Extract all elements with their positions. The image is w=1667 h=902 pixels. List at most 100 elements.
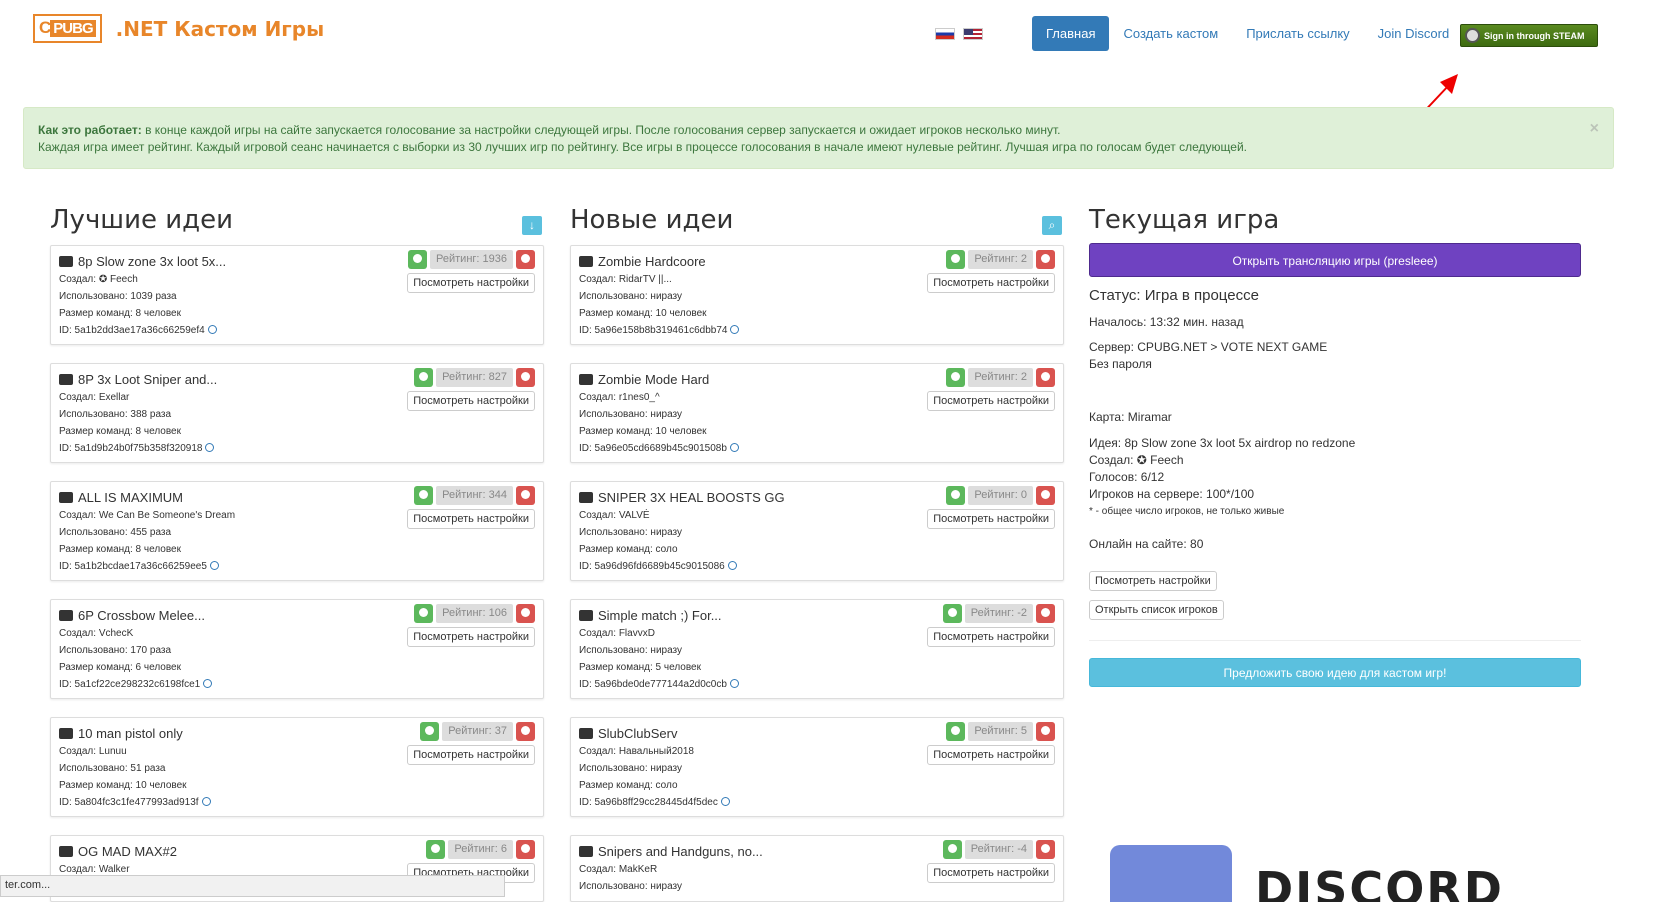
downvote-button[interactable] — [1036, 604, 1055, 623]
idea-title[interactable]: Simple match ;) For... — [579, 608, 722, 623]
comment-icon — [579, 492, 593, 503]
arrow-up-icon — [425, 726, 435, 735]
arrow-down-icon — [1041, 490, 1050, 499]
idea-title[interactable]: 6P Crossbow Melee... — [59, 608, 205, 623]
view-settings-button[interactable]: Посмотреть настройки — [407, 745, 535, 765]
browser-status-bar: ter.com... — [0, 875, 505, 897]
upvote-button[interactable] — [414, 604, 434, 623]
idea-id[interactable]: ID: 5a96e05cd6689b45c901508b — [579, 443, 739, 454]
discord-logo-icon[interactable] — [1110, 845, 1232, 902]
logo-mark: C PUBG — [33, 14, 102, 43]
nav-send-link[interactable]: Прислать ссылку — [1232, 16, 1363, 51]
comment-icon — [59, 492, 73, 503]
steam-signin-button[interactable]: Sign in through STEAM — [1460, 24, 1598, 47]
idea-id[interactable]: ID: 5a1cf22ce298232c6198fce1 — [59, 679, 213, 690]
search-icon[interactable]: ⌕ — [1042, 216, 1062, 235]
arrow-down-icon — [521, 608, 530, 617]
upvote-button[interactable] — [946, 486, 966, 505]
view-settings-button[interactable]: Посмотреть настройки — [927, 273, 1055, 293]
view-settings-button[interactable]: Посмотреть настройки — [407, 273, 535, 293]
idea-id[interactable]: ID: 5a1b2bcdae17a36c66259ee5 — [59, 561, 219, 572]
idea-title[interactable]: 10 man pistol only — [59, 726, 183, 741]
idea-title[interactable]: SlubClubServ — [579, 726, 678, 741]
idea-title[interactable]: SNIPER 3X HEAL BOOSTS GG — [579, 490, 785, 505]
view-settings-button[interactable]: Посмотреть настройки — [927, 509, 1055, 529]
idea-card: Zombie Mode Hard Создал: r1nes0_^ Исполь… — [570, 363, 1064, 463]
upvote-button[interactable] — [414, 368, 434, 387]
idea-id[interactable]: ID: 5a96d96fd6689b45c9015086 — [579, 561, 737, 572]
view-settings-button[interactable]: Посмотреть настройки — [927, 627, 1055, 647]
idea-title[interactable]: Zombie Hardcoore — [579, 254, 706, 269]
idea-title[interactable]: 8P 3x Loot Sniper and... — [59, 372, 217, 387]
upvote-button[interactable] — [946, 368, 966, 387]
idea-card: 8P 3x Loot Sniper and... Создал: Exellar… — [50, 363, 544, 463]
downvote-button[interactable] — [1036, 250, 1055, 269]
downvote-button[interactable] — [1036, 722, 1055, 741]
downvote-button[interactable] — [516, 368, 535, 387]
idea-title[interactable]: Snipers and Handguns, no... — [579, 844, 763, 859]
idea-card: SNIPER 3X HEAL BOOSTS GG Создал: VALVĖ И… — [570, 481, 1064, 581]
downvote-button[interactable] — [516, 840, 535, 859]
idea-title[interactable]: OG MAD MAX#2 — [59, 844, 177, 859]
idea-title[interactable]: ALL IS MAXIMUM — [59, 490, 183, 505]
idea-id[interactable]: ID: 5a804fc3c1fe477993ad913f — [59, 797, 211, 808]
idea-author: Создал: Навальный2018 — [579, 746, 694, 757]
view-settings-button[interactable]: Посмотреть настройки — [407, 509, 535, 529]
upvote-button[interactable] — [946, 250, 966, 269]
view-settings-button[interactable]: Посмотреть настройки — [927, 745, 1055, 765]
downvote-button[interactable] — [516, 604, 535, 623]
idea-id[interactable]: ID: 5a96e158b8b319461c6dbb74 — [579, 325, 740, 336]
idea-card: 8p Slow zone 3x loot 5x... Создал: ✪ Fee… — [50, 245, 544, 345]
game-votes: Голосов: 6/12 — [1089, 470, 1165, 484]
idea-team-size: Размер команд: 10 человек — [579, 308, 707, 319]
open-stream-button[interactable]: Открыть трансляцию игры (presleee) — [1089, 243, 1581, 277]
external-link-icon — [203, 679, 213, 688]
idea-id[interactable]: ID: 5a1b2dd3ae17a36c66259ef4 — [59, 325, 217, 336]
downvote-button[interactable] — [1036, 368, 1055, 387]
idea-author: Создал: FlavvxD — [579, 628, 655, 639]
downvote-button[interactable] — [1036, 840, 1055, 859]
rating-badge: Рейтинг: 2 — [968, 368, 1033, 387]
game-players: Игроков на сервере: 100*/100 — [1089, 487, 1255, 501]
view-settings-button[interactable]: Посмотреть настройки — [1089, 571, 1217, 591]
upvote-button[interactable] — [946, 722, 966, 741]
nav-join-discord[interactable]: Join Discord — [1364, 16, 1464, 51]
idea-team-size: Размер команд: 5 человек — [579, 662, 701, 673]
idea-id[interactable]: ID: 5a96bde0de777144a2d0c0cb — [579, 679, 739, 690]
idea-title[interactable]: Zombie Mode Hard — [579, 372, 709, 387]
downvote-button[interactable] — [516, 722, 535, 741]
view-settings-button[interactable]: Посмотреть настройки — [407, 627, 535, 647]
downvote-button[interactable] — [1036, 486, 1055, 505]
idea-title[interactable]: 8p Slow zone 3x loot 5x... — [59, 254, 226, 269]
upvote-button[interactable] — [942, 840, 962, 859]
close-icon[interactable]: × — [1590, 120, 1599, 137]
rating-badge: Рейтинг: 344 — [436, 486, 513, 505]
player-list-button[interactable]: Открыть список игроков — [1089, 600, 1224, 620]
upvote-button[interactable] — [408, 250, 428, 269]
view-settings-button[interactable]: Посмотреть настройки — [927, 391, 1055, 411]
view-settings-button[interactable]: Посмотреть настройки — [407, 391, 535, 411]
nav-create[interactable]: Создать кастом — [1109, 16, 1232, 51]
comment-icon — [59, 610, 73, 621]
nav-home[interactable]: Главная — [1032, 16, 1110, 51]
idea-used: Использовано: 455 раза — [59, 527, 172, 538]
idea-id[interactable]: ID: 5a1d9b24b0f75b358f320918 — [59, 443, 215, 454]
upvote-button[interactable] — [942, 604, 962, 623]
arrow-down-icon — [1041, 372, 1050, 381]
flag-ru-icon[interactable] — [935, 28, 955, 40]
idea-id[interactable]: ID: 5a96b8ff29cc28445d4f5dec — [579, 797, 730, 808]
upvote-button[interactable] — [414, 486, 434, 505]
flag-us-icon[interactable] — [963, 28, 983, 40]
upvote-button[interactable] — [426, 840, 446, 859]
site-logo[interactable]: C PUBG .NET Кастом Игры — [33, 14, 324, 43]
view-settings-button[interactable]: Посмотреть настройки — [927, 863, 1055, 883]
idea-card: SlubClubServ Создал: Навальный2018 Испол… — [570, 717, 1064, 817]
external-link-icon — [729, 679, 739, 688]
downvote-button[interactable] — [516, 250, 535, 269]
sort-down-icon[interactable]: ↓ — [522, 216, 542, 235]
downvote-button[interactable] — [516, 486, 535, 505]
upvote-button[interactable] — [420, 722, 440, 741]
suggest-idea-button[interactable]: Предложить свою идею для кастом игр! — [1089, 658, 1581, 687]
arrow-up-icon — [951, 490, 961, 499]
comment-icon — [59, 256, 73, 267]
